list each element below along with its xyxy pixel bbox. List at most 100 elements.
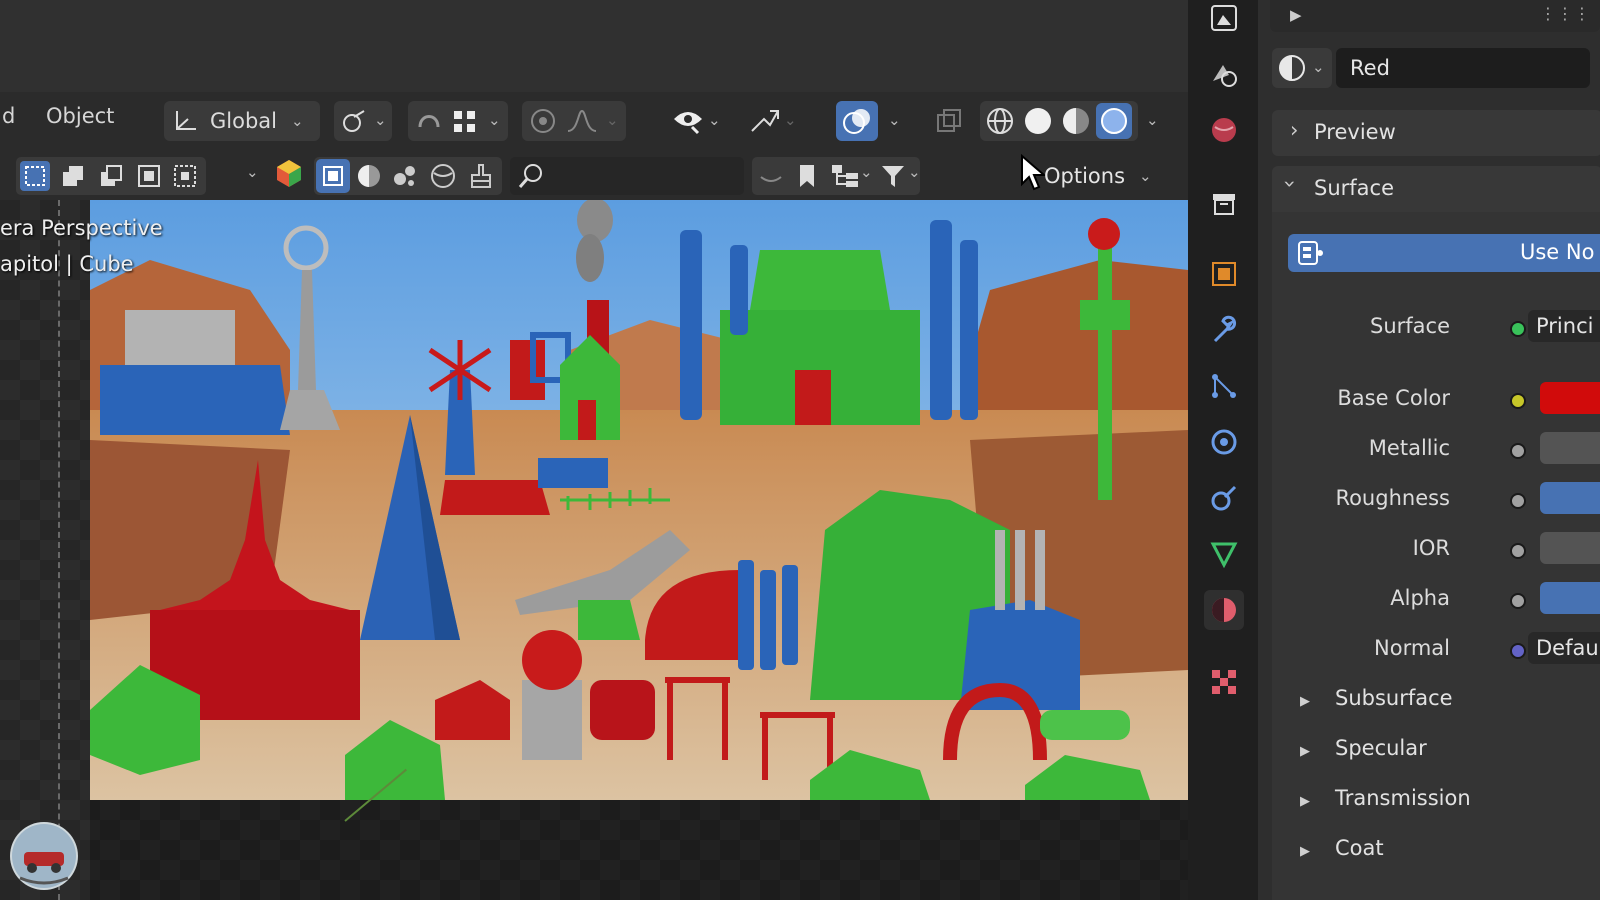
select-new-icon[interactable]: [20, 161, 50, 191]
search-field[interactable]: [510, 157, 744, 195]
physics-icon[interactable]: [1206, 424, 1242, 460]
coat-subpanel[interactable]: Coat: [1335, 836, 1384, 860]
surface-shader-value: Princi: [1536, 314, 1594, 338]
3d-viewport[interactable]: [0, 200, 1188, 900]
metallic-label: Metallic: [1368, 436, 1450, 460]
proportional-editing-button[interactable]: ⌄: [522, 101, 626, 141]
chevron-down-icon: ⌄: [374, 111, 387, 129]
specular-subpanel[interactable]: Specular: [1335, 736, 1427, 760]
transform-orientation-dropdown[interactable]: Global ⌄: [164, 101, 320, 141]
expand-triangle-icon[interactable]: ▶: [1290, 6, 1302, 24]
chevron-down-icon: ⌄: [606, 111, 619, 129]
chevron-down-icon[interactable]: ⌄: [246, 163, 259, 181]
data-icon[interactable]: [1206, 536, 1242, 572]
chevron-down-icon: ⌄: [708, 111, 721, 129]
use-nodes-button[interactable]: Use No: [1288, 234, 1600, 272]
xray-toggle-button[interactable]: [930, 101, 970, 141]
world-icon[interactable]: [1206, 112, 1242, 148]
base-color-swatch[interactable]: [1540, 382, 1600, 414]
overlays-dropdown-chevron-icon[interactable]: ⌄: [888, 111, 901, 129]
shading-mode-group: [980, 101, 1138, 141]
modifier-icon[interactable]: [1206, 312, 1242, 348]
subsurface-subpanel[interactable]: Subsurface: [1335, 686, 1453, 710]
chevron-down-icon: ⌄: [488, 111, 501, 129]
tool-icon[interactable]: [1206, 0, 1242, 36]
select-intersect-icon[interactable]: [170, 161, 200, 191]
collection-icon[interactable]: [1206, 186, 1242, 222]
expand-triangle-icon[interactable]: ▶: [1300, 744, 1310, 759]
material-browse-button[interactable]: ⌄: [1272, 48, 1332, 88]
chevron-down-icon: ⌄: [291, 112, 304, 130]
particles-filter-icon[interactable]: [390, 161, 420, 191]
selection-mode-group: [16, 157, 206, 195]
roughness-slider[interactable]: [1540, 482, 1600, 514]
shader-socket-icon: [1510, 321, 1526, 337]
pivot-icon: [340, 107, 370, 135]
chevron-down-icon: ⌄: [1139, 167, 1152, 185]
object-filter-group: [314, 157, 502, 195]
use-nodes-label: Use No: [1520, 240, 1595, 264]
hierarchy-icon[interactable]: [828, 161, 862, 191]
filter-tools-group: ⌄ ⌄: [752, 157, 921, 195]
solid-shading-icon[interactable]: [1022, 105, 1054, 137]
wireframe-shading-icon[interactable]: [984, 105, 1016, 137]
menu-add-partial[interactable]: d: [2, 104, 15, 128]
mesh-filter-icon[interactable]: [316, 159, 350, 193]
normal-label: Normal: [1374, 636, 1450, 660]
proportional-icon: [528, 107, 558, 135]
object-types-icon[interactable]: [272, 156, 306, 190]
transmission-subpanel[interactable]: Transmission: [1335, 786, 1471, 810]
material-name: Red: [1350, 56, 1390, 80]
float-socket-icon: [1510, 493, 1526, 509]
material-shading-icon[interactable]: [1060, 105, 1092, 137]
particles-icon[interactable]: [1206, 368, 1242, 404]
camera-view-render: [90, 200, 1188, 800]
menu-object[interactable]: Object: [46, 104, 114, 128]
filter-icon[interactable]: [878, 161, 908, 191]
curve-icon[interactable]: [756, 161, 786, 191]
gizmo-toggle-button[interactable]: ⌄: [748, 101, 808, 141]
snap-button[interactable]: ⌄: [408, 101, 508, 141]
preview-panel-title: Preview: [1314, 120, 1396, 144]
float-socket-icon: [1510, 593, 1526, 609]
drag-handle-icon[interactable]: ⋮⋮⋮: [1540, 4, 1591, 23]
material-filter-icon[interactable]: [354, 161, 384, 191]
roughness-label: Roughness: [1335, 486, 1450, 510]
rendered-shading-icon[interactable]: [1096, 103, 1132, 139]
node-tree-icon: [1296, 238, 1326, 268]
normal-value: Defau: [1536, 636, 1599, 660]
search-icon: [516, 161, 546, 191]
metallic-slider[interactable]: [1540, 432, 1600, 464]
ior-field[interactable]: [1540, 532, 1600, 564]
grid-snap-icon: [452, 109, 478, 135]
shading-dropdown-chevron-icon[interactable]: ⌄: [1146, 111, 1159, 129]
normal-field[interactable]: Defau: [1528, 632, 1600, 664]
bookmark-icon[interactable]: [792, 161, 822, 191]
collection-object-overlay: apitol | Cube: [0, 252, 134, 276]
alpha-slider[interactable]: [1540, 582, 1600, 614]
pivot-point-button[interactable]: ⌄: [334, 101, 392, 141]
options-dropdown[interactable]: Options ⌄: [1044, 157, 1172, 195]
texture-icon[interactable]: [1206, 664, 1242, 700]
overlays-toggle-button[interactable]: [836, 101, 878, 141]
float-socket-icon: [1510, 443, 1526, 459]
select-extend-icon[interactable]: [58, 161, 88, 191]
material-name-field[interactable]: Red: [1336, 48, 1590, 88]
surface-shader-field[interactable]: Princi: [1528, 310, 1600, 342]
expand-triangle-icon[interactable]: ▶: [1300, 694, 1310, 709]
watermark-logo: [10, 822, 78, 890]
visibility-button[interactable]: ⌄: [672, 101, 728, 141]
material-tab-icon[interactable]: [1204, 590, 1244, 630]
gizmo-icon: [748, 107, 780, 135]
render-icon[interactable]: [1206, 56, 1242, 92]
overlay-icon: [841, 106, 873, 136]
chevron-down-icon: ⌄: [908, 163, 921, 181]
object-icon[interactable]: [1206, 256, 1242, 292]
expand-triangle-icon[interactable]: ▶: [1300, 844, 1310, 859]
select-subtract-icon[interactable]: [96, 161, 126, 191]
expand-triangle-icon[interactable]: ▶: [1300, 794, 1310, 809]
world-filter-icon[interactable]: [428, 161, 458, 191]
brush-filter-icon[interactable]: [466, 161, 496, 191]
select-invert-icon[interactable]: [134, 161, 164, 191]
constraints-icon[interactable]: [1206, 480, 1242, 516]
